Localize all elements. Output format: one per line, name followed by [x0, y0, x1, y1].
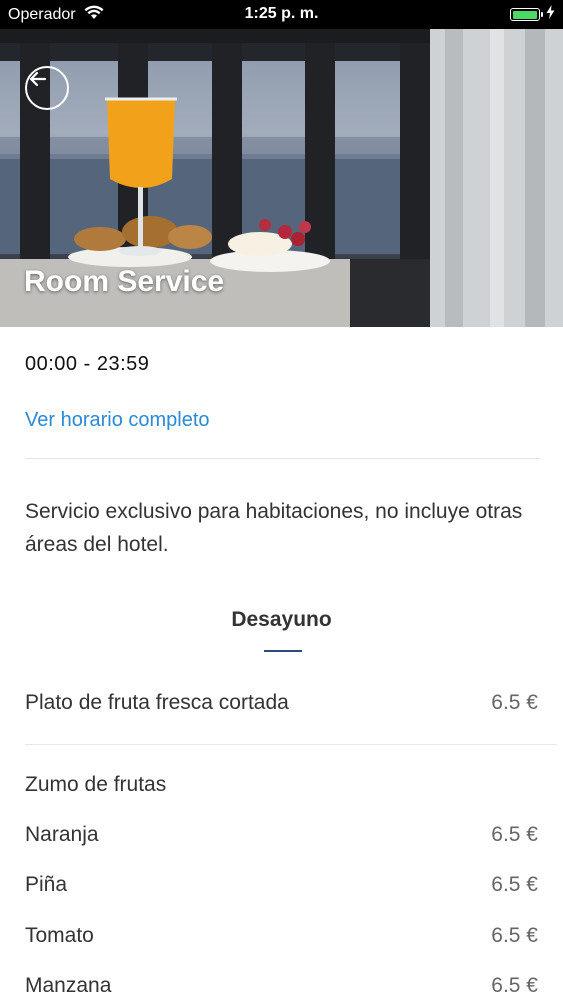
- menu-item-name: Piña: [25, 873, 68, 896]
- status-bar: Operador 1:25 p. m.: [0, 0, 563, 29]
- status-time: 1:25 p. m.: [244, 5, 319, 22]
- divider: [25, 744, 557, 745]
- status-right: [510, 5, 555, 24]
- battery-icon: [510, 8, 543, 21]
- menu-group-title: Zumo de frutas: [25, 773, 538, 797]
- menu-group-label: Zumo de frutas: [25, 773, 167, 796]
- menu-item[interactable]: Plato de fruta fresca cortada 6.5 €: [25, 691, 538, 715]
- menu-item[interactable]: Naranja 6.5 €: [25, 823, 538, 847]
- menu-item-price: 6.5 €: [491, 873, 538, 896]
- divider: [25, 458, 540, 459]
- menu-item-price: 6.5 €: [491, 823, 538, 846]
- menu-item[interactable]: Tomato 6.5 €: [25, 924, 538, 948]
- charging-icon: [546, 5, 555, 24]
- section-underline: [264, 650, 302, 652]
- menu-item-name: Naranja: [25, 823, 99, 846]
- menu-item[interactable]: Manzana 6.5 €: [25, 974, 538, 998]
- menu-item-price: 6.5 €: [491, 691, 538, 714]
- hero-image: Room Service: [0, 29, 563, 327]
- menu-item-name: Manzana: [25, 974, 112, 997]
- full-schedule-link[interactable]: Ver horario completo: [25, 409, 210, 432]
- menu-item[interactable]: Piña 6.5 €: [25, 873, 538, 897]
- back-button[interactable]: [25, 66, 69, 110]
- menu-item-name: Plato de fruta fresca cortada: [25, 691, 289, 714]
- page-title: Room Service: [24, 265, 225, 298]
- service-description: Servicio exclusivo para habitaciones, no…: [25, 500, 523, 556]
- menu-item-price: 6.5 €: [491, 974, 538, 997]
- menu-item-name: Tomato: [25, 924, 94, 947]
- menu-item-price: 6.5 €: [491, 924, 538, 947]
- menu-section-title: Desayuno: [231, 608, 332, 631]
- opening-hours: 00:00 - 23:59: [25, 353, 150, 375]
